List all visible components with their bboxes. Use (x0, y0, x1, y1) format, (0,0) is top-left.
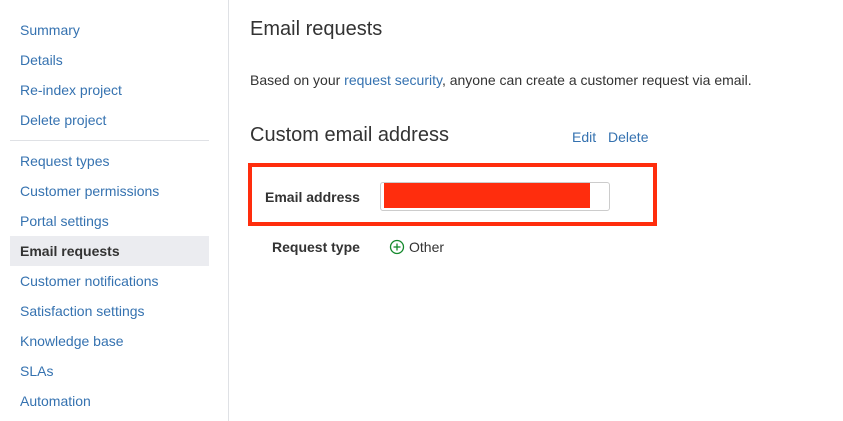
sidebar-item-details[interactable]: Details (10, 45, 209, 75)
sidebar: Summary Details Re-index project Delete … (0, 0, 229, 421)
delete-link[interactable]: Delete (608, 129, 648, 145)
sidebar-item-automation[interactable]: Automation (10, 386, 209, 416)
sidebar-item-summary[interactable]: Summary (10, 15, 209, 45)
intro-text-before: Based on your (250, 72, 345, 88)
sidebar-item-portal-settings[interactable]: Portal settings (10, 206, 209, 236)
request-security-link[interactable]: request security (344, 72, 442, 88)
sidebar-item-knowledge-base[interactable]: Knowledge base (10, 326, 209, 356)
edit-link[interactable]: Edit (572, 129, 596, 145)
section-actions: Edit Delete (572, 128, 648, 146)
sidebar-group-project: Summary Details Re-index project Delete … (10, 15, 209, 135)
page-title: Email requests (250, 18, 383, 40)
sidebar-item-slas[interactable]: SLAs (10, 356, 209, 386)
sidebar-item-delete-project[interactable]: Delete project (10, 105, 209, 135)
section-title: Custom email address (250, 124, 449, 146)
request-type-label: Request type (272, 239, 360, 255)
sidebar-item-customer-notifications[interactable]: Customer notifications (10, 266, 209, 296)
request-type-value: Other (389, 238, 444, 256)
highlight-box (248, 163, 657, 226)
sidebar-item-re-index-project[interactable]: Re-index project (10, 75, 209, 105)
main-content: Email requests Based on your request sec… (248, 0, 830, 421)
sidebar-item-satisfaction-settings[interactable]: Satisfaction settings (10, 296, 209, 326)
intro-text-after: , anyone can create a customer request v… (441, 72, 752, 88)
sidebar-item-request-types[interactable]: Request types (10, 146, 209, 176)
sidebar-group-service-desk: Request types Customer permissions Porta… (10, 146, 209, 416)
sidebar-divider (10, 140, 209, 141)
sidebar-item-email-requests[interactable]: Email requests (10, 236, 209, 266)
plus-circle-icon (389, 239, 405, 255)
sidebar-item-customer-permissions[interactable]: Customer permissions (10, 176, 209, 206)
intro-text: Based on your request security, anyone c… (250, 71, 752, 89)
request-type-name: Other (409, 239, 445, 255)
